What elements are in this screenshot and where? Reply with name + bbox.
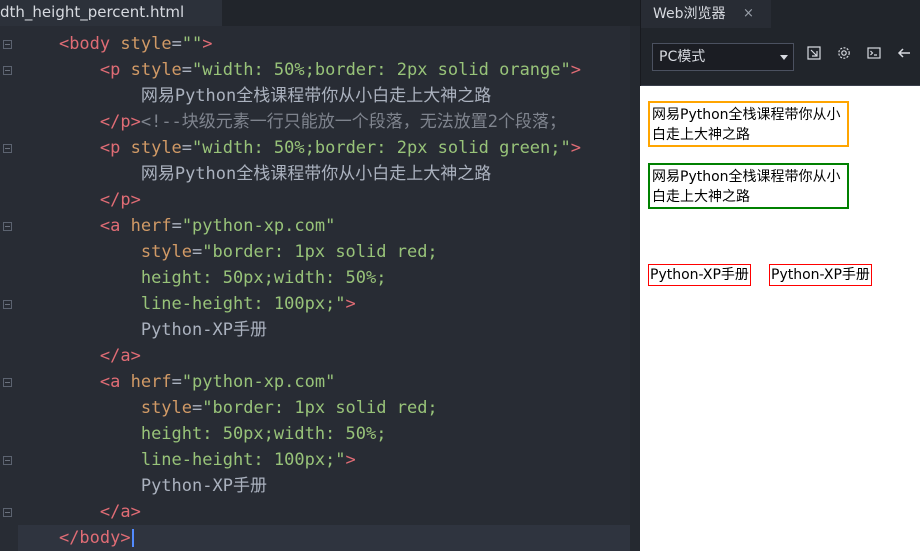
code-token: line-height: 100px;" xyxy=(140,450,346,470)
fold-toggle-icon[interactable] xyxy=(3,66,12,75)
code-token: <body xyxy=(58,34,121,54)
code-token: 网易Python全栈课程带你从小白走上大神之路 xyxy=(140,86,492,106)
fold-toggle-icon[interactable] xyxy=(3,40,12,49)
text-caret xyxy=(131,529,134,547)
code-line[interactable]: style="border: 1px solid red; xyxy=(18,239,630,265)
web-browser-panel: Web浏览器 × PC模式 网易Python全栈课程带你从小白走上大神之路 网易… xyxy=(640,0,920,551)
code-editor[interactable]: dth_height_percent.html <body style=""> … xyxy=(0,0,640,551)
code-token: herf xyxy=(130,216,172,236)
code-token: </p> xyxy=(99,190,141,210)
code-token: <p xyxy=(99,60,131,80)
code-area[interactable]: <body style=""> <p style="width: 50%;bor… xyxy=(18,31,630,551)
preview-link[interactable]: Python-XP手册 xyxy=(648,264,751,286)
editor-scrollbar[interactable] xyxy=(630,26,640,551)
code-token: "border: 1px solid red; xyxy=(202,398,438,418)
code-line[interactable]: 网易Python全栈课程带你从小白走上大神之路 xyxy=(18,161,630,187)
code-token: "" xyxy=(181,34,203,54)
code-token: "python-xp.com" xyxy=(181,216,336,236)
fold-toggle-icon[interactable] xyxy=(3,508,12,517)
code-token: "width: 50%;border: 2px solid orange" xyxy=(192,60,571,80)
code-line[interactable]: <a herf="python-xp.com" xyxy=(18,369,630,395)
code-token: = xyxy=(171,34,182,54)
preview-viewport: 网易Python全栈课程带你从小白走上大神之路 网易Python全栈课程带你从小… xyxy=(640,86,920,551)
code-token: <a xyxy=(99,372,131,392)
code-token: = xyxy=(181,60,193,80)
code-line[interactable]: line-height: 100px;"> xyxy=(18,447,630,473)
code-token: > xyxy=(345,450,356,470)
code-token: <!--块级元素一行只能放一个段落，无法放置2个段落； xyxy=(140,112,567,132)
code-token: style xyxy=(130,60,182,80)
code-token: "border: 1px solid red; xyxy=(202,242,438,262)
mode-select[interactable]: PC模式 xyxy=(652,43,794,71)
code-token: = xyxy=(171,372,182,392)
code-token: "python-xp.com" xyxy=(181,372,336,392)
code-line[interactable]: Python-XP手册 xyxy=(18,473,630,499)
code-line[interactable]: </a> xyxy=(18,499,630,525)
browser-toolbar: Web浏览器 × PC模式 xyxy=(640,0,920,86)
fold-toggle-icon[interactable] xyxy=(3,144,12,153)
code-token: > xyxy=(570,60,581,80)
code-line[interactable]: </p><!--块级元素一行只能放一个段落，无法放置2个段落； xyxy=(18,109,630,135)
code-line[interactable]: <p style="width: 50%;border: 2px solid o… xyxy=(18,57,630,83)
code-token: = xyxy=(171,216,182,236)
code-token: <a xyxy=(99,216,131,236)
browser-tab[interactable]: Web浏览器 × xyxy=(641,0,771,28)
code-line[interactable]: <p style="width: 50%;border: 2px solid g… xyxy=(18,135,630,161)
fold-toggle-icon[interactable] xyxy=(3,222,12,231)
editor-tab-bar: dth_height_percent.html xyxy=(0,0,640,26)
code-token: height: 50px;width: 50%; xyxy=(140,424,387,444)
fold-gutter xyxy=(0,26,18,551)
back-arrow-icon[interactable] xyxy=(894,46,914,66)
settings-icon[interactable] xyxy=(834,46,854,66)
code-token: Python-XP手册 xyxy=(140,320,267,340)
code-token: "width: 50%;border: 2px solid green;" xyxy=(192,138,571,158)
preview-link[interactable]: Python-XP手册 xyxy=(769,264,872,286)
close-icon[interactable]: × xyxy=(743,0,754,28)
code-token: > xyxy=(345,294,356,314)
console-icon[interactable] xyxy=(864,46,884,66)
chevron-down-icon xyxy=(780,55,788,60)
code-token: style xyxy=(120,34,172,54)
code-token: = xyxy=(192,398,203,418)
code-line[interactable]: Python-XP手册 xyxy=(18,317,630,343)
screenshot-icon[interactable] xyxy=(804,46,824,66)
code-token: Python-XP手册 xyxy=(140,476,267,496)
code-token: <p xyxy=(99,138,131,158)
code-token: line-height: 100px;" xyxy=(140,294,346,314)
code-line[interactable]: style="border: 1px solid red; xyxy=(18,395,630,421)
code-token: </a> xyxy=(99,346,141,366)
code-line[interactable]: </a> xyxy=(18,343,630,369)
code-line[interactable]: 网易Python全栈课程带你从小白走上大神之路 xyxy=(18,83,630,109)
mode-select-value: PC模式 xyxy=(659,49,706,65)
code-line[interactable]: <body style=""> xyxy=(18,31,630,57)
code-line[interactable]: <a herf="python-xp.com" xyxy=(18,213,630,239)
code-line[interactable]: </p> xyxy=(18,187,630,213)
code-token: height: 50px;width: 50%; xyxy=(140,268,387,288)
code-token: = xyxy=(181,138,193,158)
preview-paragraph-green: 网易Python全栈课程带你从小白走上大神之路 xyxy=(648,163,849,209)
fold-toggle-icon[interactable] xyxy=(3,456,12,465)
code-line[interactable]: height: 50px;width: 50%; xyxy=(18,265,630,291)
code-token: > xyxy=(570,138,581,158)
editor-tab-label: dth_height_percent.html xyxy=(0,3,185,21)
editor-tab-file[interactable]: dth_height_percent.html xyxy=(0,0,222,26)
code-token: </a> xyxy=(99,502,141,522)
code-token: style xyxy=(140,242,193,262)
code-token: > xyxy=(202,34,213,54)
preview-paragraph-orange: 网易Python全栈课程带你从小白走上大神之路 xyxy=(648,101,849,147)
code-token: style xyxy=(130,138,182,158)
code-token: = xyxy=(192,242,203,262)
code-token: 网易Python全栈课程带你从小白走上大神之路 xyxy=(140,164,492,184)
code-token: herf xyxy=(130,372,172,392)
code-line[interactable]: </body> xyxy=(18,525,630,551)
fold-toggle-icon[interactable] xyxy=(3,300,12,309)
code-line[interactable]: line-height: 100px;"> xyxy=(18,291,630,317)
browser-tab-label: Web浏览器 xyxy=(653,6,726,22)
fold-toggle-icon[interactable] xyxy=(3,378,12,387)
code-token: </body> xyxy=(58,528,131,548)
code-line[interactable]: height: 50px;width: 50%; xyxy=(18,421,630,447)
code-token: </p> xyxy=(99,112,141,132)
code-token: style xyxy=(140,398,193,418)
